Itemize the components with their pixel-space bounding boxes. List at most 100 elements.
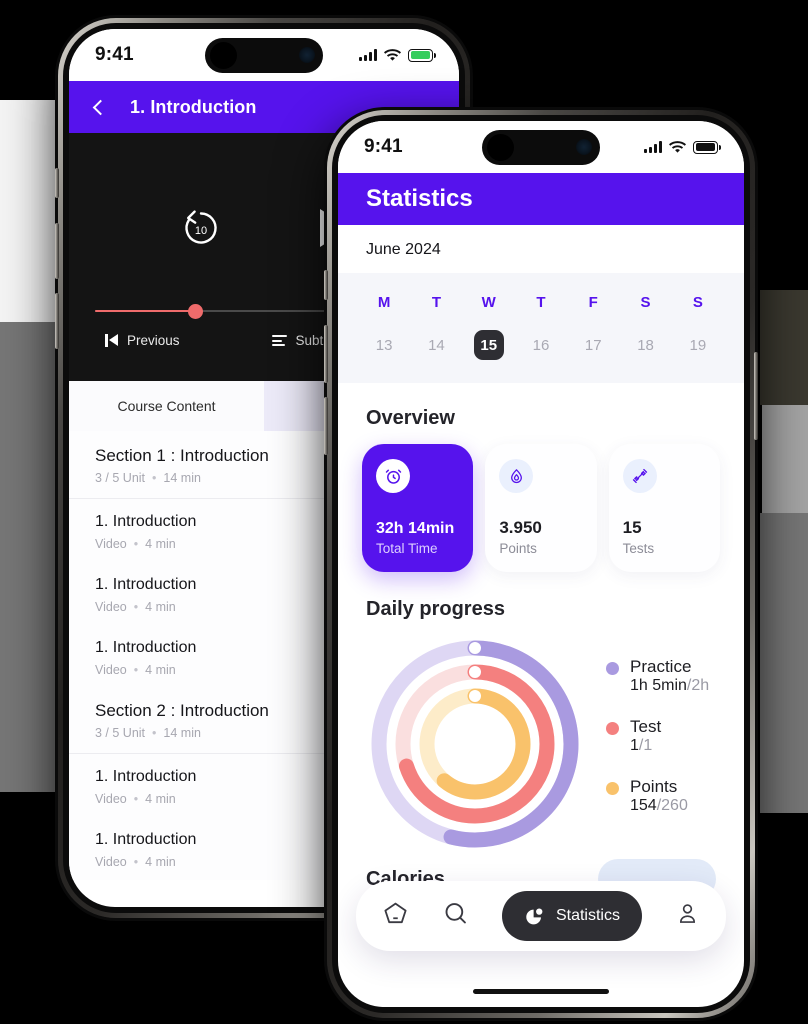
- legend-value: 154/260: [630, 797, 688, 814]
- nav-item-statistics[interactable]: Statistics: [501, 891, 642, 941]
- ring-practice-endcap: [469, 642, 481, 654]
- calendar-date-label: 15: [473, 330, 504, 360]
- volume-up-button[interactable]: [324, 325, 328, 383]
- volume-down-button[interactable]: [55, 293, 59, 349]
- section-duration: 14 min: [163, 471, 201, 485]
- unit-duration: 4 min: [145, 663, 176, 677]
- calendar-date-label: 16: [532, 336, 550, 354]
- profile-icon: [679, 904, 695, 923]
- battery-icon: [693, 140, 721, 154]
- status-indicators: [644, 140, 721, 154]
- calendar-date[interactable]: 17: [567, 327, 619, 363]
- home-indicator: [473, 989, 609, 994]
- statistics-pie-icon: [526, 907, 543, 924]
- daily-progress-heading: Daily progress: [366, 598, 505, 620]
- stat-label: Points: [499, 541, 537, 556]
- stat-card-points[interactable]: 3.950 Points: [485, 444, 597, 572]
- mute-switch[interactable]: [55, 168, 59, 198]
- calendar-dow: M: [377, 293, 391, 311]
- volume-up-button[interactable]: [55, 223, 59, 279]
- chevron-left-icon[interactable]: [92, 99, 109, 115]
- calendar-date[interactable]: 13: [358, 327, 410, 363]
- meta-separator: •: [133, 855, 139, 869]
- calendar-date-selected[interactable]: 15: [463, 327, 515, 363]
- week-calendar[interactable]: M T W T F S S 13 14 15 16 17 18 19: [338, 273, 744, 383]
- legend-dot: [606, 782, 619, 795]
- phone-right: 9:41 Statistics June 2024 M T W T F S S …: [324, 110, 758, 1018]
- legend-value-num: 154: [630, 797, 657, 814]
- seek-handle[interactable]: [187, 303, 203, 319]
- stat-value: 32h 14min: [376, 520, 455, 537]
- legend-value-num: 1: [630, 737, 639, 754]
- meta-separator: •: [133, 663, 139, 677]
- overview-cards: 32h 14min Total Time 3.950 Points 15 Tes…: [338, 444, 744, 572]
- dumbbell-icon: [622, 459, 657, 493]
- meta-separator: •: [152, 726, 157, 740]
- nav-item-profile[interactable]: [675, 901, 700, 931]
- calendar-date-label: 14: [428, 336, 445, 354]
- stat-value: 3.950: [499, 518, 542, 537]
- calendar-dow-row: M T W T F S S: [358, 287, 724, 317]
- calendar-date[interactable]: 14: [410, 327, 462, 363]
- ring-points-endcap: [469, 690, 481, 702]
- dynamic-island: [482, 130, 600, 165]
- meta-separator: •: [152, 471, 157, 485]
- power-button[interactable]: [754, 352, 758, 440]
- unit-kind: Video: [95, 855, 127, 869]
- calendar-date[interactable]: 16: [515, 327, 567, 363]
- composition-stage: 9:41 1. Introduction 10 Previous Subtitl…: [0, 0, 808, 1024]
- calendar-date-label: 18: [637, 336, 654, 354]
- stat-label: Tests: [622, 541, 655, 556]
- bottom-navigation: Statistics: [356, 881, 726, 951]
- legend-name: Points: [630, 777, 678, 796]
- stat-card-tests[interactable]: 15 Tests: [608, 444, 720, 572]
- search-icon: [445, 903, 466, 924]
- calendar-date-row: 13 14 15 16 17 18 19: [358, 317, 724, 363]
- legend-value-num: 1h 5min: [630, 677, 687, 694]
- alarm-clock-icon: [376, 459, 410, 493]
- progress-rings: [366, 635, 584, 853]
- legend-dot: [606, 662, 619, 675]
- nav-item-search[interactable]: [442, 900, 469, 932]
- mute-switch[interactable]: [324, 270, 328, 300]
- calendar-date[interactable]: 18: [619, 327, 671, 363]
- background-block-right-dark: [760, 290, 808, 405]
- calendar-dow: T: [431, 293, 441, 311]
- chart-legend: Practice 1h 5min/2h Test 1/1 Points 154/…: [584, 635, 709, 837]
- home-pentagon-icon: [384, 902, 407, 924]
- dynamic-island: [205, 38, 323, 73]
- status-time: 9:41: [364, 136, 403, 157]
- legend-value: 1/1: [630, 737, 652, 754]
- unit-kind: Video: [95, 600, 127, 614]
- legend-name: Practice: [630, 657, 692, 676]
- battery-icon: [408, 48, 436, 62]
- calendar-date[interactable]: 19: [672, 327, 724, 363]
- overview-heading: Overview: [366, 407, 455, 429]
- skip-previous-icon: [105, 334, 118, 347]
- legend-item-practice: Practice 1h 5min/2h: [606, 657, 709, 695]
- legend-value-den: /260: [656, 797, 688, 814]
- section-units: 3 / 5 Unit: [95, 726, 146, 740]
- ring-test-endcap: [469, 666, 481, 678]
- nav-item-home[interactable]: [382, 900, 409, 932]
- legend-dot: [606, 722, 619, 735]
- calendar-dow: S: [692, 293, 703, 311]
- background-block-right-mid: [760, 513, 808, 813]
- svg-text:10: 10: [195, 225, 207, 237]
- section-duration: 14 min: [163, 726, 201, 740]
- calendar-date-label: 17: [584, 336, 602, 354]
- previous-button[interactable]: Previous: [105, 333, 180, 348]
- status-time: 9:41: [95, 44, 134, 65]
- volume-down-button[interactable]: [324, 397, 328, 455]
- calendar-month-label: June 2024: [338, 225, 744, 273]
- daily-progress-chart: Practice 1h 5min/2h Test 1/1 Points 154/…: [338, 629, 744, 853]
- stat-card-total-time[interactable]: 32h 14min Total Time: [362, 444, 474, 572]
- stat-value: 15: [622, 518, 642, 537]
- replay-10-icon[interactable]: 10: [178, 205, 224, 251]
- calendar-date-label: 19: [689, 336, 707, 354]
- page-title: 1. Introduction: [130, 96, 257, 117]
- cellular-bars-icon: [644, 141, 662, 153]
- subtitle-icon: [271, 335, 287, 346]
- tab-course-content[interactable]: Course Content: [69, 381, 264, 431]
- legend-item-test: Test 1/1: [606, 717, 709, 755]
